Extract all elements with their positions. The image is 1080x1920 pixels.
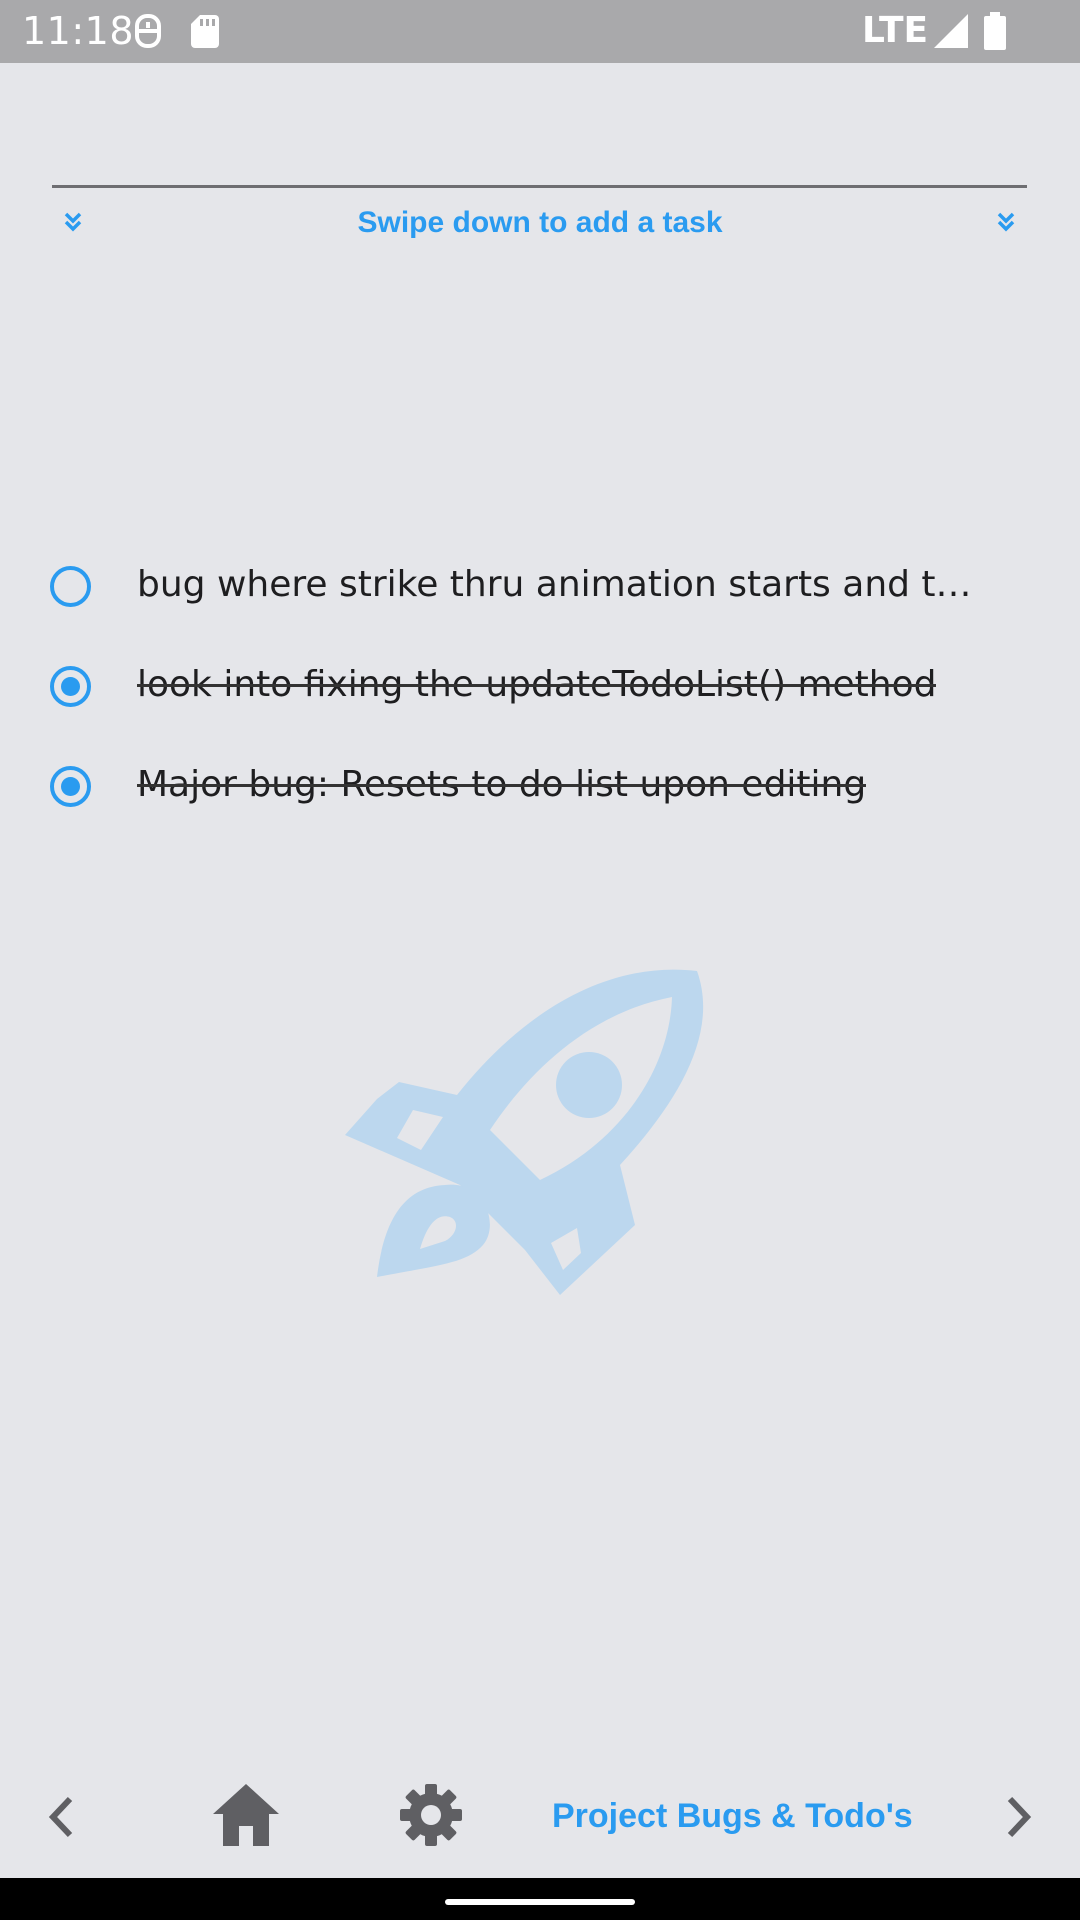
rocket-icon (345, 969, 704, 1295)
gamepad-icon (135, 14, 161, 48)
task-checkbox[interactable] (50, 766, 91, 807)
task-item[interactable]: look into fixing the updateTodoList() me… (0, 635, 1080, 735)
checkbox-dot (61, 677, 80, 696)
gesture-bar (0, 1878, 1080, 1920)
status-bar: 11:18 LTE (0, 0, 1080, 63)
chevron-right-icon[interactable] (1004, 1795, 1034, 1839)
status-time: 11:18 (22, 9, 135, 53)
task-label: look into fixing the updateTodoList() me… (137, 664, 937, 705)
task-item[interactable]: Major bug: Resets to do list upon editin… (0, 735, 1080, 835)
bottom-nav: Project Bugs & Todo's (0, 1770, 1080, 1860)
divider (52, 185, 1027, 188)
home-icon[interactable] (213, 1784, 279, 1846)
network-type: LTE (862, 10, 929, 51)
double-chevron-down-icon (997, 212, 1015, 232)
swipe-hint-label: Swipe down to add a task (357, 206, 723, 239)
task-checkbox[interactable] (50, 566, 91, 607)
project-title-tab[interactable]: Project Bugs & Todo's (552, 1796, 913, 1836)
task-label: Major bug: Resets to do list upon editin… (137, 764, 867, 805)
gear-icon[interactable] (400, 1784, 462, 1846)
sd-card-icon (191, 15, 219, 48)
signal-icon (934, 14, 968, 48)
task-label: bug where strike thru animation starts a… (137, 564, 977, 605)
chevron-left-icon[interactable] (46, 1795, 76, 1839)
checkbox-dot (61, 777, 80, 796)
task-item[interactable]: bug where strike thru animation starts a… (0, 535, 1080, 635)
add-task-area[interactable]: Swipe down to add a task (0, 185, 1080, 265)
battery-icon (984, 12, 1006, 50)
home-gesture-handle[interactable] (445, 1899, 635, 1905)
task-list: bug where strike thru animation starts a… (0, 535, 1080, 835)
task-checkbox[interactable] (50, 666, 91, 707)
